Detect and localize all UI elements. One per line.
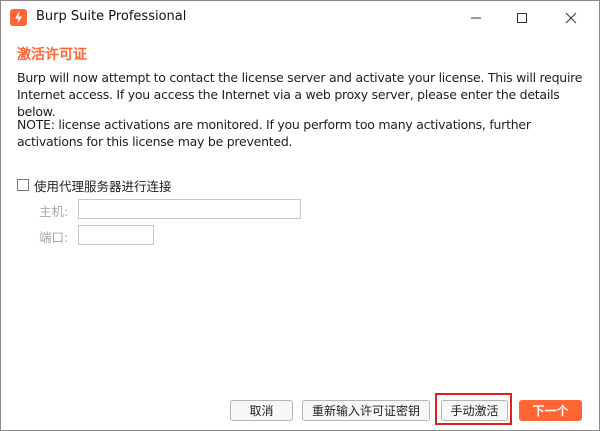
minimize-icon xyxy=(471,17,481,18)
page-heading: 激活许可证 xyxy=(17,47,87,63)
burp-logo-icon xyxy=(10,9,27,26)
port-input[interactable] xyxy=(78,225,154,245)
activation-dialog: Burp Suite Professional 激活许可证 Burp will … xyxy=(0,0,600,431)
window-title: Burp Suite Professional xyxy=(36,9,187,24)
manual-activation-highlight xyxy=(435,393,512,425)
close-icon xyxy=(565,12,577,23)
maximize-button[interactable] xyxy=(499,1,545,34)
host-input[interactable] xyxy=(78,199,301,219)
reenter-license-key-button[interactable]: 重新输入许可证密钥 xyxy=(302,400,430,421)
close-button[interactable] xyxy=(548,1,594,34)
cancel-button[interactable]: 取消 xyxy=(230,400,293,421)
host-label: 主机: xyxy=(39,204,69,219)
proxy-checkbox[interactable] xyxy=(17,179,29,191)
proxy-checkbox-row[interactable]: 使用代理服务器进行连接 xyxy=(17,176,172,194)
minimize-button[interactable] xyxy=(453,1,499,34)
proxy-checkbox-label[interactable]: 使用代理服务器进行连接 xyxy=(34,176,172,195)
maximize-icon xyxy=(517,12,527,23)
title-bar: Burp Suite Professional xyxy=(1,1,599,34)
intro-paragraph: Burp will now attempt to contact the lic… xyxy=(17,70,583,119)
next-button[interactable]: 下一个 xyxy=(519,400,582,421)
note-paragraph: NOTE: license activations are monitored.… xyxy=(17,117,531,149)
port-label: 端口: xyxy=(39,230,69,245)
